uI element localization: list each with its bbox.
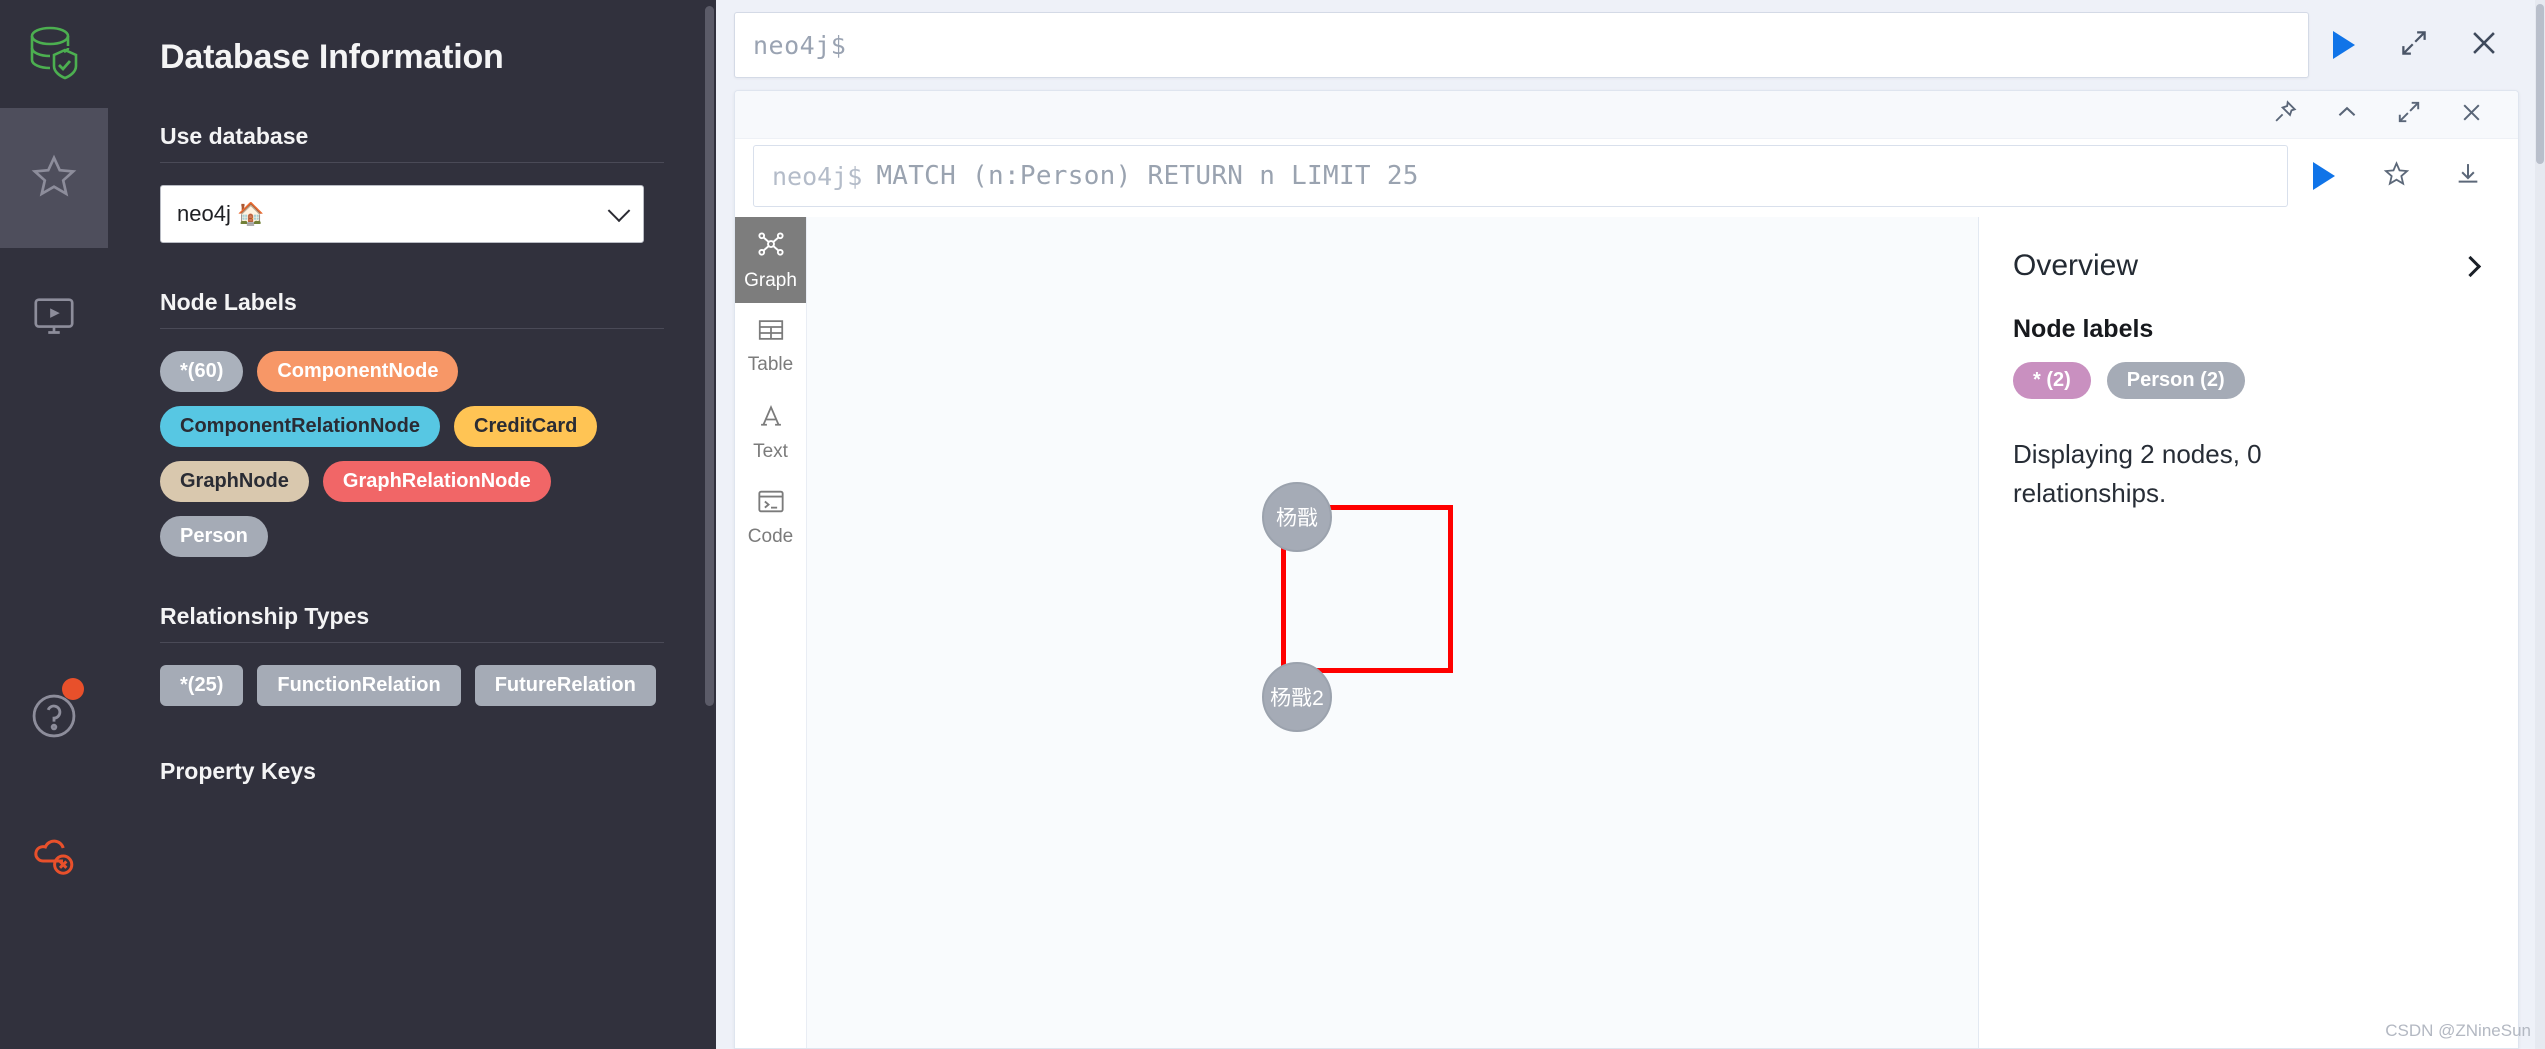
database-select[interactable]: neo4j 🏠	[160, 185, 644, 243]
divider	[160, 642, 664, 643]
text-a-icon	[756, 402, 786, 436]
property-keys-heading: Property Keys	[160, 758, 316, 784]
table-icon	[756, 317, 786, 349]
graph-node[interactable]: 杨戬2	[1262, 662, 1332, 732]
overview-panel: Overview Node labels * (2) Person (2) Dis…	[1978, 217, 2518, 1048]
query-editor-bar: neo4j$	[716, 0, 2545, 90]
frame-command-box[interactable]: neo4j$ MATCH (n:Person) RETURN n LIMIT 2…	[753, 145, 2288, 207]
overview-chip-list: * (2) Person (2)	[2013, 362, 2484, 399]
page-title: Database Information	[160, 38, 504, 76]
graph-canvas[interactable]: 杨戬杨戬2	[807, 217, 1978, 1048]
neo4j-database-check-logo	[0, 0, 108, 108]
label-chip[interactable]: FunctionRelation	[257, 665, 461, 706]
play-icon	[2313, 162, 2335, 190]
label-chip[interactable]: GraphRelationNode	[322, 461, 551, 502]
editor-actions	[2309, 12, 2519, 78]
watermark: CSDN @ZNineSun	[2385, 1021, 2531, 1040]
use-database-heading: Use database	[160, 123, 309, 149]
rail-spacer	[0, 388, 108, 648]
result-frame: neo4j$ MATCH (n:Person) RETURN n LIMIT 2…	[734, 90, 2519, 1049]
graph-nodes-icon	[756, 229, 786, 265]
view-tab-label: Text	[753, 440, 788, 462]
view-tab-text[interactable]: Text	[735, 389, 806, 475]
play-monitor-icon	[30, 293, 78, 344]
sidebar-scrollbar[interactable]	[705, 6, 714, 706]
main-scrollbar-thumb[interactable]	[2536, 4, 2544, 164]
rail-item-connection-status[interactable]	[0, 788, 108, 928]
relationship-types-heading: Relationship Types	[160, 603, 370, 629]
left-icon-rail	[0, 0, 108, 1049]
graph-node[interactable]: 杨戬	[1262, 482, 1332, 552]
frame-titlebar	[735, 91, 2518, 139]
run-query-button[interactable]	[2309, 12, 2379, 78]
label-chip[interactable]: *(60)	[160, 351, 244, 392]
download-icon	[2454, 160, 2482, 193]
overview-node-labels-heading: Node labels	[2013, 315, 2154, 343]
frame-command-text: MATCH (n:Person) RETURN n LIMIT 25	[876, 161, 1419, 191]
label-chip[interactable]: FutureRelation	[474, 665, 656, 706]
overview-label-chip[interactable]: Person (2)	[2106, 362, 2245, 399]
frame-command-actions	[2288, 145, 2504, 207]
node-labels-chip-list: *(60) ComponentNode ComponentRelationNode C…	[160, 351, 664, 557]
rail-item-help[interactable]	[0, 648, 108, 788]
divider	[160, 328, 664, 329]
view-tab-graph[interactable]: Graph	[735, 217, 806, 303]
expand-frame-button[interactable]	[2378, 91, 2440, 139]
label-chip[interactable]: CreditCard	[454, 406, 598, 447]
close-icon	[2458, 99, 2485, 131]
close-editor-button[interactable]	[2449, 12, 2519, 78]
database-information-panel: Database Information Use database neo4j …	[108, 0, 716, 1049]
database-select-value: neo4j 🏠	[177, 201, 265, 226]
label-chip[interactable]: Person	[160, 516, 268, 557]
expand-editor-button[interactable]	[2379, 12, 2449, 78]
chevron-down-icon	[607, 199, 631, 223]
expand-diagonal-icon	[2396, 99, 2422, 130]
main-scrollbar-track[interactable]	[2535, 0, 2545, 1049]
view-tab-table[interactable]: Table	[735, 303, 806, 389]
rail-buttons	[0, 108, 108, 928]
overview-summary: Displaying 2 nodes, 0 relationships.	[2013, 439, 2262, 508]
view-tab-label: Graph	[744, 269, 797, 291]
label-chip[interactable]: GraphNode	[160, 461, 309, 502]
star-outline-icon	[2383, 160, 2410, 192]
rail-item-guides[interactable]	[0, 248, 108, 388]
node-labels-heading: Node Labels	[160, 289, 297, 315]
overview-label-chip[interactable]: * (2)	[2013, 362, 2091, 399]
editor-prompt: neo4j$	[753, 30, 847, 60]
label-chip[interactable]: ComponentNode	[257, 351, 459, 392]
frame-rerun-button[interactable]	[2288, 145, 2360, 207]
expand-diagonal-icon	[2399, 28, 2429, 63]
help-notification-badge	[62, 678, 84, 700]
chevron-up-icon	[2334, 99, 2360, 130]
divider	[160, 162, 664, 163]
view-tab-code[interactable]: Code	[735, 475, 806, 561]
collapse-frame-button[interactable]	[2316, 91, 2378, 139]
frame-command-prompt: neo4j$	[772, 161, 863, 191]
chevron-right-icon[interactable]	[2459, 255, 2482, 277]
rail-item-favorites[interactable]	[0, 108, 108, 248]
frame-command-row: neo4j$ MATCH (n:Person) RETURN n LIMIT 2…	[735, 139, 2518, 217]
cloud-disconnected-icon	[28, 832, 80, 885]
code-terminal-icon	[756, 488, 786, 521]
overview-header: Overview	[2013, 249, 2484, 283]
pin-icon	[2272, 99, 2298, 130]
view-tab-list: Graph Table Text Code	[735, 217, 807, 1048]
close-frame-button[interactable]	[2440, 91, 2502, 139]
view-tab-label: Table	[747, 353, 794, 375]
relationship-types-chip-list: *(25) FunctionRelation FutureRelation	[160, 665, 664, 706]
label-chip[interactable]: ComponentRelationNode	[160, 406, 440, 447]
pin-frame-button[interactable]	[2254, 91, 2316, 139]
overview-title: Overview	[2013, 249, 2139, 282]
label-chip[interactable]: *(25)	[160, 665, 244, 706]
frame-download-button[interactable]	[2432, 145, 2504, 207]
star-icon	[30, 153, 78, 204]
main-area: neo4j$ neo4j$ MATCH (n:Person) RETURN n …	[716, 0, 2545, 1049]
play-icon	[2333, 31, 2355, 59]
frame-favorite-button[interactable]	[2360, 145, 2432, 207]
close-icon	[2467, 26, 2501, 65]
view-tab-label: Code	[747, 526, 794, 547]
query-input[interactable]: neo4j$	[734, 12, 2309, 78]
result-body: Graph Table Text Code 杨戬杨戬2 Overview Node l…	[735, 217, 2518, 1048]
